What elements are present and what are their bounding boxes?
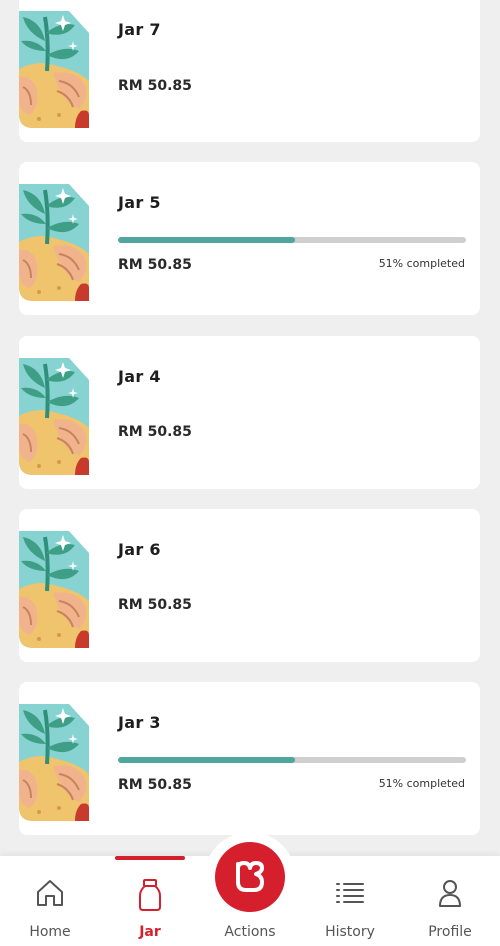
jar-name: Jar 3: [118, 713, 161, 732]
jar-card[interactable]: Jar 5 RM 50.85 51% completed: [19, 162, 480, 315]
progress-text: 51% completed: [378, 257, 465, 270]
jar-amount: RM 50.85: [118, 424, 192, 440]
nav-history[interactable]: History: [300, 856, 400, 946]
nav-profile-label: Profile: [428, 924, 472, 940]
progress-bar: [118, 757, 466, 763]
jar-card[interactable]: Jar 6 RM 50.85: [19, 509, 480, 662]
plant-illustration: [19, 184, 89, 301]
actions-button[interactable]: [215, 842, 285, 912]
jar-amount: RM 50.85: [118, 777, 192, 793]
jar-name: Jar 6: [118, 540, 161, 559]
jar-name: Jar 5: [118, 193, 161, 212]
heart-icon: [236, 861, 264, 892]
progress-text: 51% completed: [378, 777, 465, 790]
nav-home[interactable]: Home: [0, 856, 100, 946]
jar-card[interactable]: Jar 4 RM 50.85: [19, 336, 480, 489]
progress-fill: [118, 757, 296, 763]
jar-icon: [139, 879, 161, 911]
nav-profile[interactable]: Profile: [400, 856, 500, 946]
jar-amount: RM 50.85: [118, 597, 192, 613]
plant-illustration: [19, 531, 89, 648]
jar-card[interactable]: Jar 3 RM 50.85 51% completed: [19, 682, 480, 835]
list-icon: [336, 883, 364, 903]
jar-name: Jar 7: [118, 20, 161, 39]
jar-amount: RM 50.85: [118, 78, 192, 94]
jar-amount: RM 50.85: [118, 257, 192, 273]
jar-card[interactable]: Jar 7 RM 50.85: [19, 0, 480, 142]
nav-actions-label: Actions: [224, 924, 276, 940]
nav-history-label: History: [325, 924, 375, 940]
plant-illustration: [19, 704, 89, 821]
nav-home-label: Home: [29, 924, 71, 940]
nav-jar-label: Jar: [139, 924, 161, 940]
nav-jar[interactable]: Jar: [100, 856, 200, 946]
progress-bar: [118, 237, 466, 243]
progress-fill: [118, 237, 296, 243]
person-icon: [439, 880, 461, 907]
jar-name: Jar 4: [118, 367, 161, 386]
plant-illustration: [19, 11, 89, 128]
plant-illustration: [19, 358, 89, 475]
home-icon: [37, 880, 63, 906]
active-tab-indicator: [115, 856, 185, 860]
